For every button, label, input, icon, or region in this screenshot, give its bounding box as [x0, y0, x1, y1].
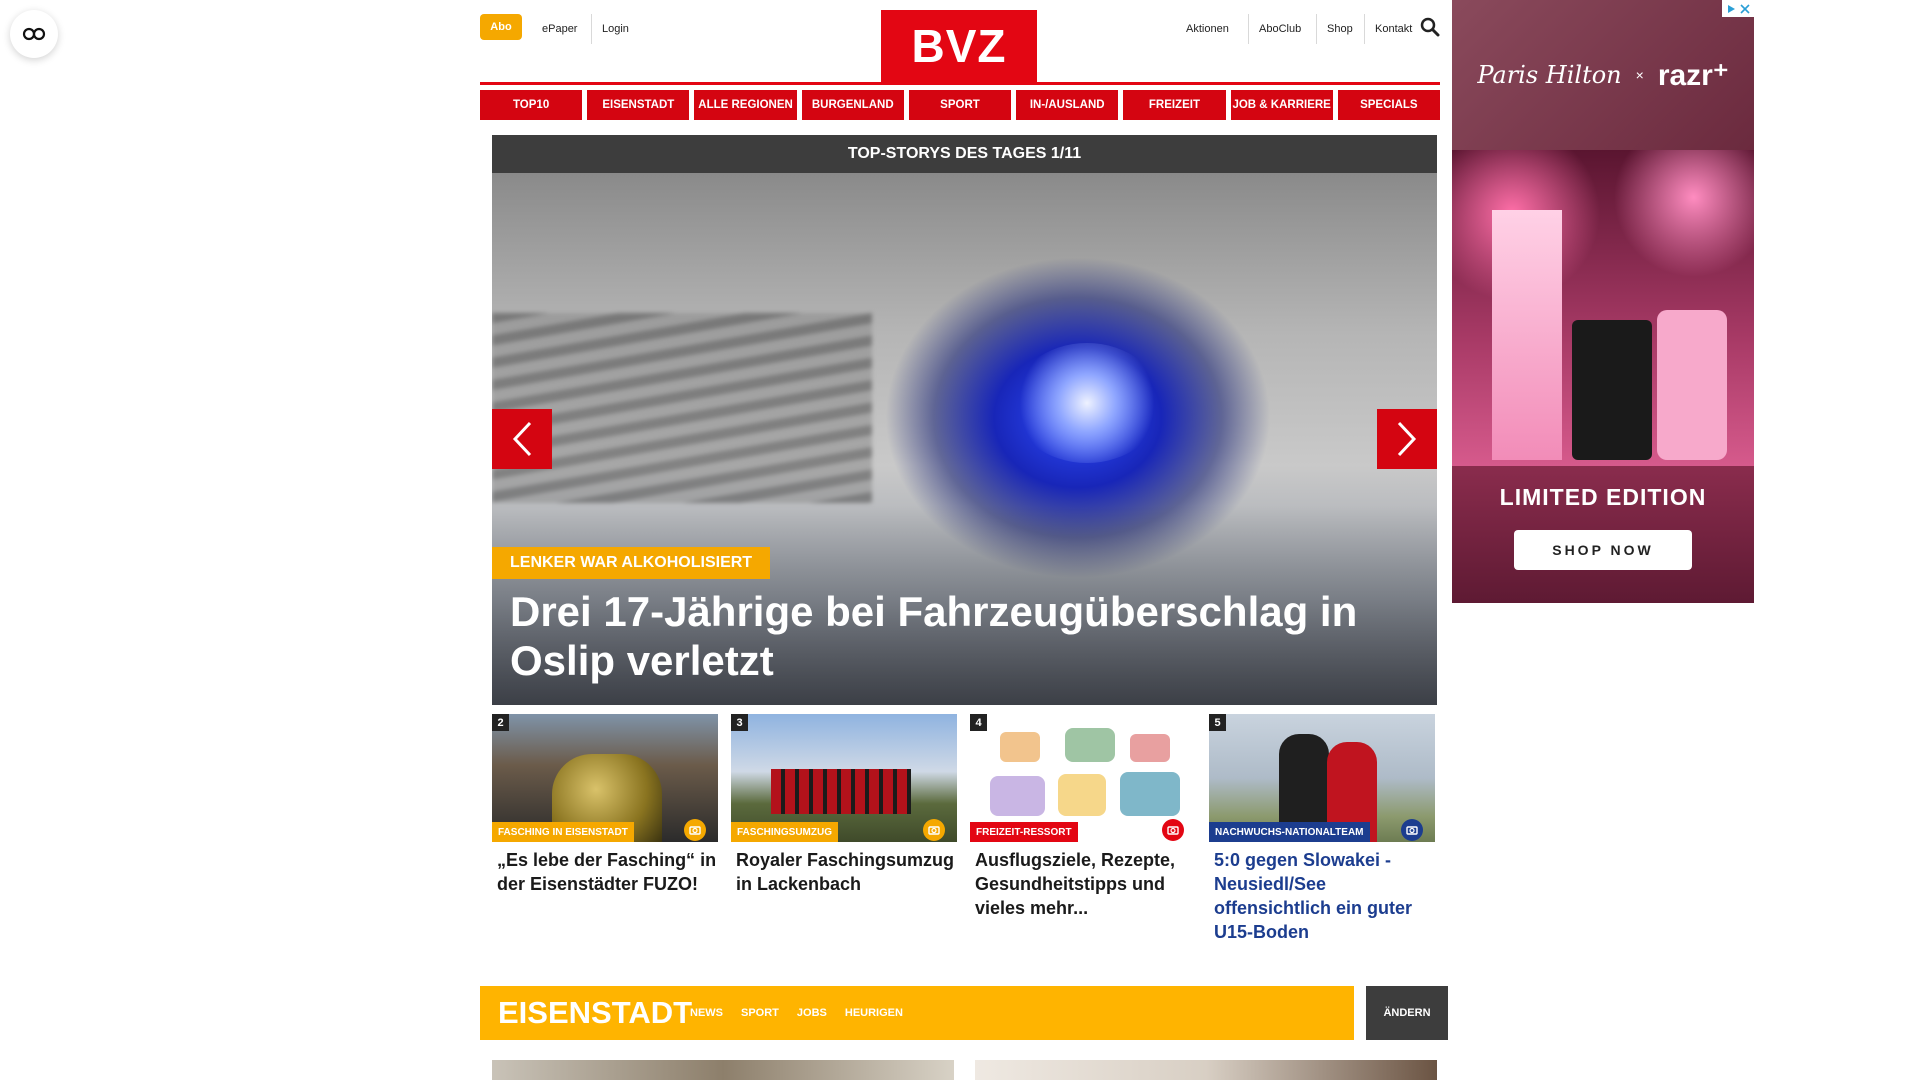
previous-slide-button[interactable] [492, 409, 552, 469]
region-news-link[interactable]: NEWS [690, 1007, 723, 1019]
abo-button[interactable]: Abo [480, 14, 522, 40]
chevron-right-icon [1397, 421, 1417, 457]
teaser-number: 3 [731, 714, 748, 731]
camera-icon [1401, 819, 1423, 841]
top-stories-heading: TOP-STORYS DES TAGES 1/11 [492, 135, 1437, 173]
main-navigation: TOP10 EISENSTADT ALLE REGIONEN BURGENLAN… [480, 90, 1440, 120]
hero-image-light [1012, 343, 1162, 463]
site-header: Abo ePaper Login BVZ Aktionen AboClub Sh… [480, 0, 1440, 85]
teaser-card[interactable]: 4 FREIZEIT-RESSORT Ausflugsziele, Rezept… [970, 714, 1196, 920]
advertisement-banner[interactable]: Paris Hilton × razr⁺ LIMITED EDITION SHO… [1452, 0, 1754, 603]
glasses-icon [22, 27, 46, 41]
next-slide-button[interactable] [1377, 409, 1437, 469]
camera-icon [684, 819, 706, 841]
teaser-image: 5 NACHWUCHS-NATIONALTEAM [1209, 714, 1435, 842]
ad-brand-strip: Paris Hilton × razr⁺ [1452, 0, 1754, 150]
article-image[interactable] [492, 1060, 954, 1080]
teaser-card[interactable]: 3 FASCHINGSUMZUG Royaler Faschingsumzug … [731, 714, 957, 896]
ad-headline: LIMITED EDITION [1499, 484, 1707, 510]
hero-title[interactable]: Drei 17-Jährige bei Fahrzeugüberschlag i… [510, 587, 1410, 685]
change-region-button[interactable]: ÄNDERN [1366, 986, 1448, 1040]
ad-brand-name: razr⁺ [1657, 58, 1729, 92]
ad-shop-now-button[interactable]: SHOP NOW [1514, 530, 1692, 570]
chevron-left-icon [512, 421, 532, 457]
nav-item-job-karriere[interactable]: JOB & KARRIERE [1230, 90, 1333, 120]
ad-x-text: × [1635, 67, 1644, 83]
teaser-card[interactable]: 5 NACHWUCHS-NATIONALTEAM 5:0 gegen Slowa… [1209, 714, 1435, 944]
region-bar: EISENSTADT NEWS SPORT JOBS HEURIGEN [480, 986, 1354, 1040]
teaser-title[interactable]: 5:0 gegen Slowakei - Neusiedl/See offens… [1209, 848, 1435, 944]
hero-story[interactable]: LENKER WAR ALKOHOLISIERT Drei 17-Jährige… [492, 173, 1437, 705]
nav-item-burgenland[interactable]: BURGENLAND [801, 90, 904, 120]
camera-icon [923, 819, 945, 841]
reader-mode-button[interactable] [10, 10, 58, 58]
nav-item-eisenstadt[interactable]: EISENSTADT [587, 90, 690, 120]
teaser-number: 5 [1209, 714, 1226, 731]
nav-item-freizeit[interactable]: FREIZEIT [1123, 90, 1226, 120]
teaser-title[interactable]: „Es lebe der Fasching“ in der Eisenstädt… [492, 848, 718, 896]
nav-item-in-ausland[interactable]: IN-/AUSLAND [1016, 90, 1119, 120]
aktionen-link[interactable]: Aktionen [1176, 14, 1239, 44]
kontakt-link[interactable]: Kontakt [1364, 14, 1422, 44]
region-title[interactable]: EISENSTADT [480, 995, 692, 1031]
camera-icon [1162, 819, 1184, 841]
teaser-tag: FASCHINGSUMZUG [731, 822, 838, 842]
teaser-image: 2 FASCHING IN EISENSTADT [492, 714, 718, 842]
region-sport-link[interactable]: SPORT [741, 1007, 779, 1019]
teaser-title[interactable]: Ausflugsziele, Rezepte, Gesundheitstipps… [970, 848, 1196, 920]
epaper-link[interactable]: ePaper [532, 14, 587, 44]
teaser-number: 2 [492, 714, 509, 731]
shop-link[interactable]: Shop [1316, 14, 1363, 44]
teaser-tag: NACHWUCHS-NATIONALTEAM [1209, 822, 1370, 842]
header-divider [480, 82, 1440, 85]
aboclub-link[interactable]: AboClub [1248, 14, 1311, 44]
nav-item-specials[interactable]: SPECIALS [1337, 90, 1440, 120]
login-link[interactable]: Login [591, 14, 639, 44]
hero-kicker: LENKER WAR ALKOHOLISIERT [492, 547, 771, 579]
ad-product-image [1452, 150, 1754, 466]
bvz-logo[interactable]: BVZ [881, 10, 1037, 82]
teaser-number: 4 [970, 714, 987, 731]
teaser-tag: FREIZEIT-RESSORT [970, 822, 1078, 842]
teaser-tag: FASCHING IN EISENSTADT [492, 822, 634, 842]
teaser-image: 3 FASCHINGSUMZUG [731, 714, 957, 842]
nav-item-alle-regionen[interactable]: ALLE REGIONEN [694, 90, 797, 120]
search-icon[interactable] [1420, 17, 1440, 42]
nav-item-sport[interactable]: SPORT [908, 90, 1012, 120]
teaser-card[interactable]: 2 FASCHING IN EISENSTADT „Es lebe der Fa… [492, 714, 718, 896]
hero-image-detail [492, 313, 872, 503]
region-jobs-link[interactable]: JOBS [797, 1007, 827, 1019]
teaser-title[interactable]: Royaler Faschingsumzug in Lackenbach [731, 848, 957, 896]
region-heurigen-link[interactable]: HEURIGEN [845, 1007, 903, 1019]
teaser-image: 4 FREIZEIT-RESSORT [970, 714, 1196, 842]
nav-item-top10[interactable]: TOP10 [480, 90, 583, 120]
ad-script-text: Paris Hilton [1477, 61, 1622, 89]
article-image[interactable] [975, 1060, 1437, 1080]
ad-choices-icon[interactable] [1722, 0, 1754, 17]
